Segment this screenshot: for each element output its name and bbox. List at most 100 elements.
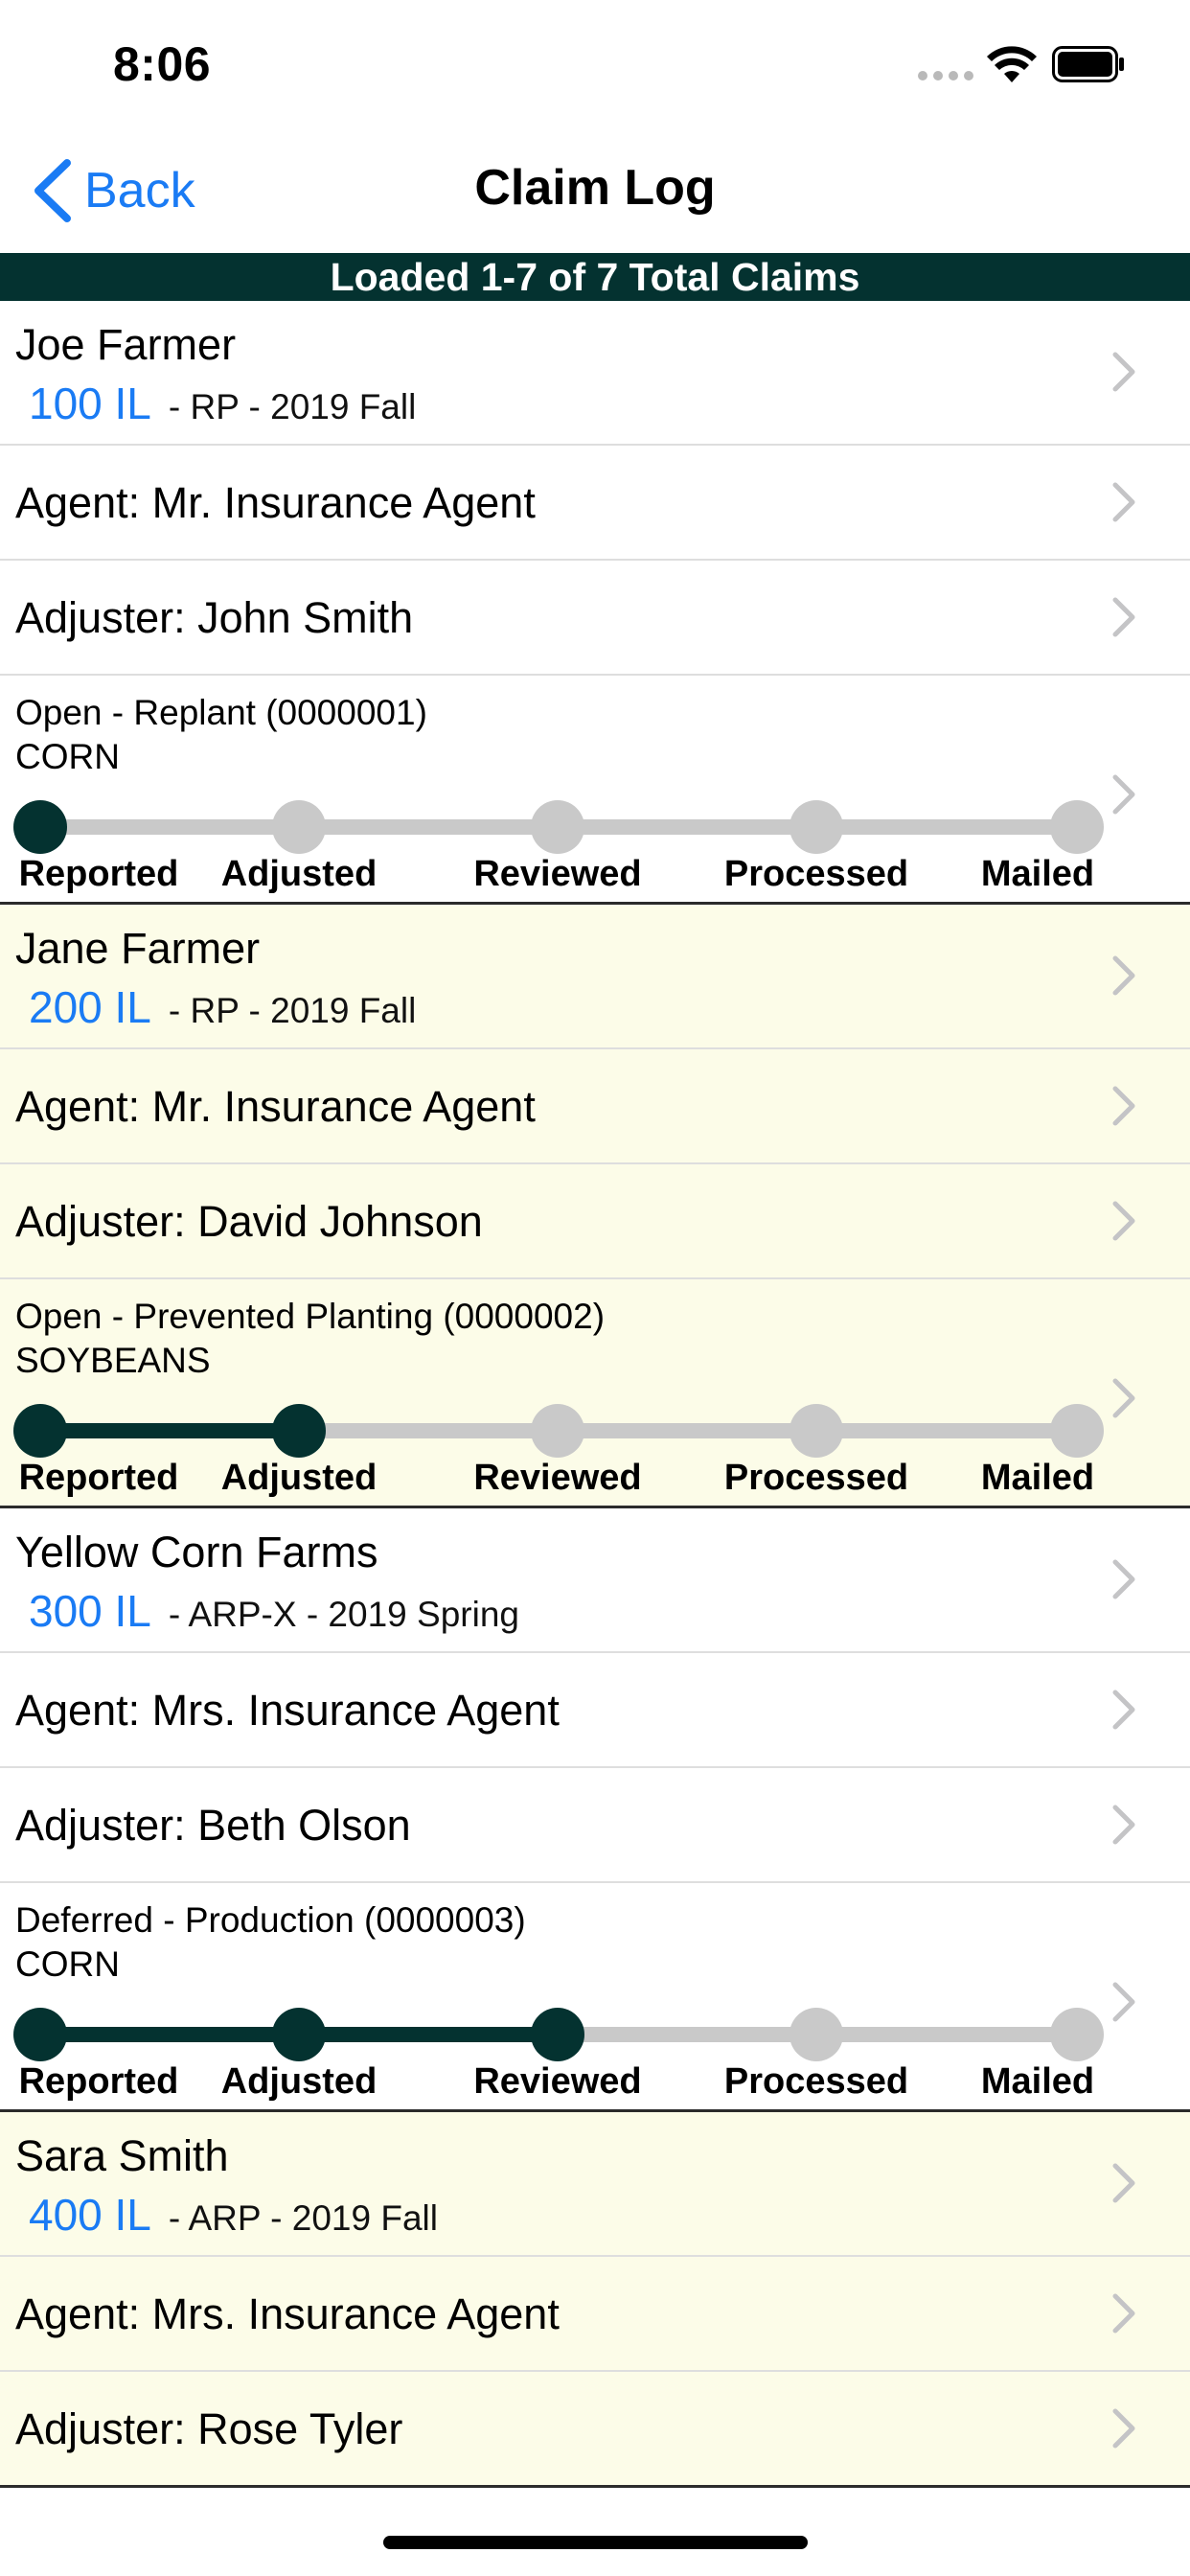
agent-label: Agent: Mrs. Insurance Agent [15,1686,560,1735]
chevron-right-icon [1112,955,1135,996]
claims-list: Joe Farmer 100 IL - RP - 2019 Fall Agent: M… [0,301,1190,2488]
policy-info: 300 IL - ARP-X - 2019 Spring [29,1585,519,1637]
navigation-bar: Back Claim Log [0,126,1190,253]
step-label-reviewed: Reviewed [473,854,642,894]
claim-card: Jane Farmer 200 IL - RP - 2019 Fall Agent: … [0,905,1190,1508]
adjuster-label: Adjuster: Beth Olson [15,1801,411,1850]
agent-label: Agent: Mrs. Insurance Agent [15,2289,560,2338]
agent-row[interactable]: Agent: Mr. Insurance Agent [0,446,1190,561]
claim-header-row[interactable]: Yellow Corn Farms 300 IL - ARP-X - 2019 Sp… [0,1508,1190,1653]
cellular-signal-icon [918,71,973,80]
step-dot-processed [790,2008,843,2061]
home-indicator [383,2536,808,2549]
step-dot-reported [13,2008,67,2061]
step-dot-processed [790,800,843,854]
crop-name: CORN [15,1944,120,1984]
crop-name: SOYBEANS [15,1341,211,1380]
step-label-reported: Reported [18,1458,179,1498]
adjuster-label: Adjuster: David Johnson [15,1197,483,1246]
insured-name: Sara Smith [15,2131,229,2180]
chevron-right-icon [1112,2408,1135,2449]
policy-detail: - RP - 2019 Fall [168,387,417,426]
adjuster-row[interactable]: Adjuster: Beth Olson [0,1768,1190,1883]
policy-code: 300 IL [29,1586,151,1636]
step-dot-reported [13,800,67,854]
claim-header-row[interactable]: Joe Farmer 100 IL - RP - 2019 Fall [0,301,1190,446]
progress-fill [38,1423,299,1438]
battery-icon [1052,46,1124,82]
claim-log-screen: 8:06 Back Claim Log Loaded 1-7 of 7 Tota… [0,0,1190,2576]
chevron-right-icon [1112,774,1135,815]
claim-status-row[interactable]: Open - Prevented Planting (0000002) SOYBE… [0,1279,1190,1506]
policy-code: 400 IL [29,2190,151,2240]
adjuster-row[interactable]: Adjuster: Rose Tyler [0,2372,1190,2485]
step-label-reviewed: Reviewed [473,1458,642,1498]
chevron-right-icon [1112,1690,1135,1730]
chevron-right-icon [1112,482,1135,522]
claim-progress-tracker: Reported Adjusted Reviewed Processed Mailed [0,794,1190,900]
step-label-processed: Processed [723,2061,909,2102]
step-dot-reviewed [531,800,584,854]
claim-status: Open - Replant (0000001) [15,693,427,732]
step-dot-mailed [1050,2008,1104,2061]
chevron-right-icon [1112,1378,1135,1418]
policy-detail: - RP - 2019 Fall [168,991,417,1030]
policy-detail: - ARP - 2019 Fall [168,2198,438,2238]
status-bar: 8:06 [0,0,1190,126]
step-label-mailed: Mailed [980,854,1095,894]
claim-status-row[interactable]: Open - Replant (0000001) CORN Reported Adju… [0,676,1190,902]
agent-row[interactable]: Agent: Mr. Insurance Agent [0,1049,1190,1164]
policy-info: 400 IL - ARP - 2019 Fall [29,2189,438,2241]
chevron-right-icon [1112,1982,1135,2022]
step-dot-reported [13,1404,67,1458]
chevron-right-icon [1112,2293,1135,2334]
step-dot-processed [790,1404,843,1458]
insured-name: Jane Farmer [15,924,261,973]
adjuster-label: Adjuster: Rose Tyler [15,2404,403,2453]
step-label-adjusted: Adjusted [220,2061,378,2102]
step-dot-adjusted [272,800,326,854]
chevron-right-icon [1112,1559,1135,1599]
chevron-right-icon [1112,1086,1135,1126]
chevron-right-icon [1112,2163,1135,2203]
policy-info: 100 IL - RP - 2019 Fall [29,378,416,429]
chevron-right-icon [1112,352,1135,392]
step-dot-adjusted [272,1404,326,1458]
loaded-count-banner: Loaded 1-7 of 7 Total Claims [0,253,1190,301]
agent-row[interactable]: Agent: Mrs. Insurance Agent [0,2257,1190,2372]
insured-name: Yellow Corn Farms [15,1528,378,1576]
wifi-icon [987,46,1037,82]
chevron-right-icon [1112,597,1135,637]
crop-name: CORN [15,737,120,776]
adjuster-row[interactable]: Adjuster: David Johnson [0,1164,1190,1279]
step-dot-mailed [1050,800,1104,854]
step-dot-reviewed [531,1404,584,1458]
step-label-adjusted: Adjusted [220,854,378,894]
step-label-reviewed: Reviewed [473,2061,642,2102]
claim-status-row[interactable]: Deferred - Production (0000003) CORN Repor… [0,1883,1190,2109]
claim-header-row[interactable]: Jane Farmer 200 IL - RP - 2019 Fall [0,905,1190,1049]
claim-progress-tracker: Reported Adjusted Reviewed Processed Mailed [0,1398,1190,1504]
step-dot-reviewed [531,2008,584,2061]
claim-card: Sara Smith 400 IL - ARP - 2019 Fall Agent: … [0,2112,1190,2488]
step-label-processed: Processed [723,1458,909,1498]
step-label-reported: Reported [18,2061,179,2102]
status-time: 8:06 [113,37,212,91]
adjuster-label: Adjuster: John Smith [15,593,414,642]
claim-card: Yellow Corn Farms 300 IL - ARP-X - 2019 Sp… [0,1508,1190,2112]
adjuster-row[interactable]: Adjuster: John Smith [0,561,1190,676]
agent-label: Agent: Mr. Insurance Agent [15,478,536,527]
claim-status: Open - Prevented Planting (0000002) [15,1297,606,1336]
insured-name: Joe Farmer [15,320,237,369]
claim-header-row[interactable]: Sara Smith 400 IL - ARP - 2019 Fall [0,2112,1190,2257]
chevron-right-icon [1112,1201,1135,1241]
chevron-right-icon [1112,1805,1135,1845]
policy-info: 200 IL - RP - 2019 Fall [29,981,416,1033]
step-label-processed: Processed [723,854,909,894]
claim-status: Deferred - Production (0000003) [15,1900,526,1940]
step-dot-mailed [1050,1404,1104,1458]
agent-row[interactable]: Agent: Mrs. Insurance Agent [0,1653,1190,1768]
policy-code: 200 IL [29,982,151,1032]
page-title: Claim Log [474,160,716,216]
step-label-mailed: Mailed [980,2061,1095,2102]
